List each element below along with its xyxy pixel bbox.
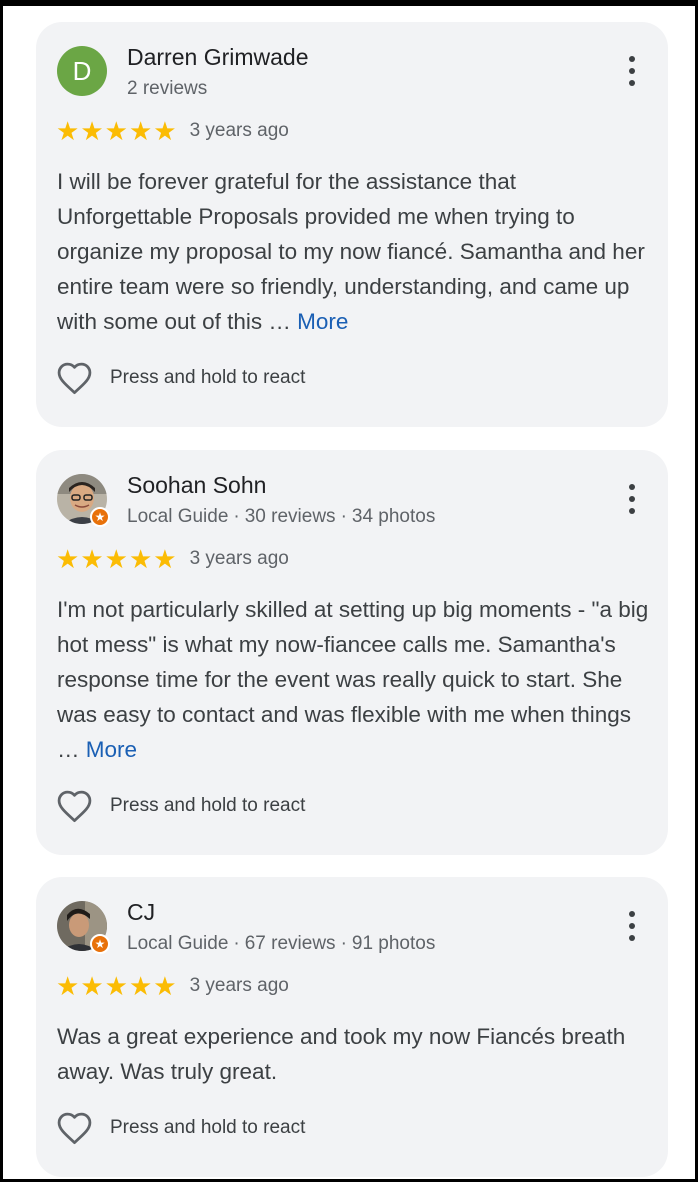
more-vert-icon[interactable]: [626, 56, 638, 86]
review-card: ★ CJ Local Guide · 67 reviews · 91 photos ★ …: [36, 877, 668, 1177]
star-icon: ★: [104, 971, 128, 1001]
review-date: 3 years ago: [189, 548, 289, 569]
review-body: I will be forever grateful for the assis…: [57, 169, 645, 334]
star-icon: ★: [56, 116, 80, 146]
star-icon: ★: [80, 544, 104, 574]
reviewer-name[interactable]: Soohan Sohn: [127, 472, 266, 499]
rating-row: ★ ★ ★ ★ ★ 3 years ago: [56, 973, 289, 999]
reviewer-name[interactable]: Darren Grimwade: [127, 44, 309, 71]
review-text: I'm not particularly skilled at setting …: [57, 592, 657, 767]
star-icon: ★: [80, 971, 104, 1001]
reviewer-meta: Local Guide · 67 reviews · 91 photos: [127, 933, 436, 954]
react-button[interactable]: Press and hold to react: [56, 789, 305, 823]
local-guide-badge-icon: ★: [90, 507, 110, 527]
review-body: I'm not particularly skilled at setting …: [57, 597, 649, 762]
star-icon: ★: [153, 971, 177, 1001]
more-vert-icon[interactable]: [626, 911, 638, 941]
reviewer-meta: 2 reviews: [127, 78, 207, 100]
reviewer-avatar[interactable]: ★: [57, 474, 110, 527]
star-icon: ★: [128, 116, 153, 146]
react-button[interactable]: Press and hold to react: [56, 1111, 305, 1145]
react-label: Press and hold to react: [110, 1117, 306, 1138]
reviewer-review-count: 67 reviews: [244, 933, 336, 954]
star-icon: ★: [80, 116, 104, 146]
reviewer-photo-count: 91 photos: [351, 933, 436, 954]
more-link[interactable]: More: [86, 737, 137, 762]
review-text: Was a great experience and took my now F…: [57, 1019, 657, 1089]
reviewer-review-count: 2 reviews: [127, 78, 208, 99]
heart-outline-icon: [56, 789, 93, 823]
review-date: 3 years ago: [189, 975, 289, 996]
more-link[interactable]: More: [297, 309, 348, 334]
review-card: ★ Soohan Sohn Local Guide · 30 reviews · 34 …: [36, 450, 668, 855]
star-icon: ★: [56, 544, 80, 574]
star-icon: ★: [128, 971, 153, 1001]
reviewer-avatar[interactable]: D: [57, 46, 107, 96]
review-date: 3 years ago: [189, 120, 289, 141]
rating-row: ★ ★ ★ ★ ★ 3 years ago: [56, 546, 289, 572]
heart-outline-icon: [56, 361, 93, 395]
react-label: Press and hold to react: [110, 367, 306, 388]
star-icon: ★: [56, 971, 80, 1001]
review-text: I will be forever grateful for the assis…: [57, 164, 657, 339]
star-icon: ★: [153, 544, 177, 574]
star-icon: ★: [104, 116, 128, 146]
rating-row: ★ ★ ★ ★ ★ 3 years ago: [56, 118, 289, 144]
reviewer-photo-count: 34 photos: [351, 506, 436, 527]
star-icon: ★: [153, 116, 177, 146]
local-guide-label: Local Guide: [127, 506, 229, 527]
reviewer-review-count: 30 reviews: [244, 506, 336, 527]
reviewer-avatar[interactable]: ★: [57, 901, 110, 954]
star-icon: ★: [128, 544, 153, 574]
heart-outline-icon: [56, 1111, 93, 1145]
react-button[interactable]: Press and hold to react: [56, 361, 305, 395]
more-vert-icon[interactable]: [626, 484, 638, 514]
local-guide-label: Local Guide: [127, 933, 229, 954]
star-icon: ★: [104, 544, 128, 574]
local-guide-badge-icon: ★: [90, 934, 110, 954]
react-label: Press and hold to react: [110, 795, 306, 816]
review-body: Was a great experience and took my now F…: [57, 1024, 626, 1084]
reviewer-meta: Local Guide · 30 reviews · 34 photos: [127, 506, 436, 527]
reviews-screen: D Darren Grimwade 2 reviews ★ ★ ★ ★ ★ 3 …: [0, 0, 698, 1182]
reviewer-name[interactable]: CJ: [127, 899, 155, 926]
review-card: D Darren Grimwade 2 reviews ★ ★ ★ ★ ★ 3 …: [36, 22, 668, 427]
